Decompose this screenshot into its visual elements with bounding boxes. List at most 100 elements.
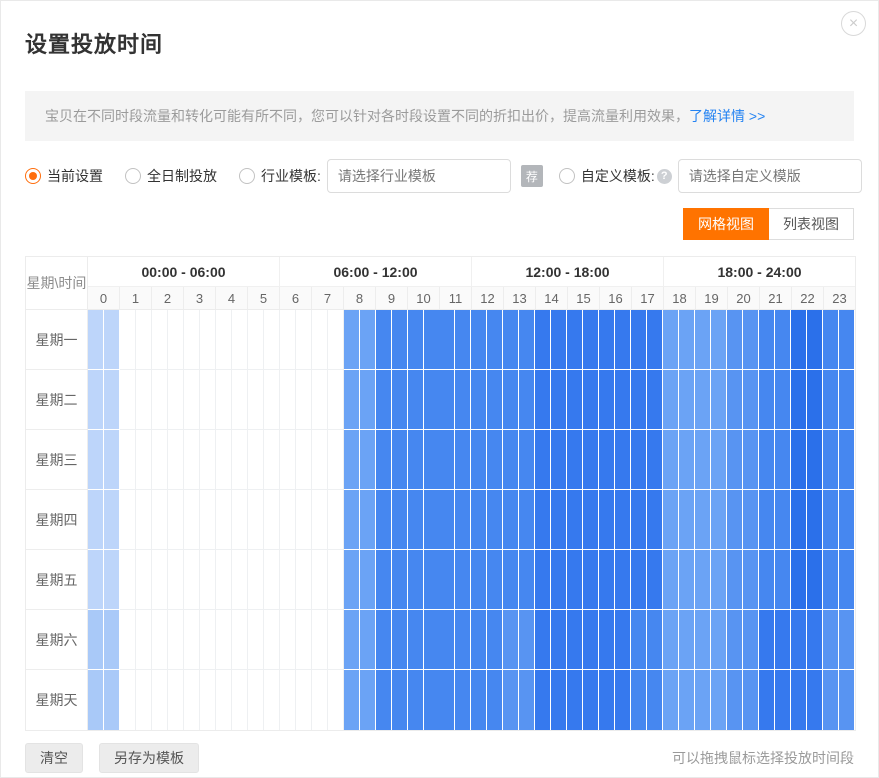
hour-cell[interactable] — [727, 550, 759, 610]
hour-cell[interactable] — [663, 550, 695, 610]
clear-button[interactable]: 清空 — [25, 743, 83, 773]
half-hour-cell[interactable] — [663, 370, 679, 430]
half-hour-cell[interactable] — [823, 370, 839, 430]
half-hour-cell[interactable] — [615, 430, 631, 490]
half-hour-cell[interactable] — [551, 550, 567, 610]
hour-cell[interactable] — [631, 610, 663, 670]
hour-cell[interactable] — [631, 550, 663, 610]
hour-cell[interactable] — [695, 310, 727, 370]
half-hour-cell[interactable] — [503, 670, 519, 730]
half-hour-cell[interactable] — [695, 550, 711, 610]
half-hour-cell[interactable] — [152, 490, 168, 550]
half-hour-cell[interactable] — [791, 550, 807, 610]
half-hour-cell[interactable] — [487, 610, 503, 670]
half-hour-cell[interactable] — [631, 430, 647, 490]
hour-cell[interactable] — [567, 490, 599, 550]
half-hour-cell[interactable] — [695, 430, 711, 490]
hour-cell[interactable] — [344, 550, 376, 610]
half-hour-cell[interactable] — [647, 310, 663, 370]
hour-cell[interactable] — [408, 370, 440, 430]
hour-cell[interactable] — [599, 310, 631, 370]
hour-cell[interactable] — [727, 370, 759, 430]
hour-cell[interactable] — [216, 610, 248, 670]
half-hour-cell[interactable] — [344, 490, 360, 550]
hour-cell[interactable] — [312, 310, 344, 370]
half-hour-cell[interactable] — [471, 670, 487, 730]
half-hour-cell[interactable] — [296, 550, 312, 610]
hour-cell[interactable] — [88, 370, 120, 430]
half-hour-cell[interactable] — [615, 370, 631, 430]
hour-cell[interactable] — [759, 610, 791, 670]
hour-cell[interactable] — [567, 550, 599, 610]
hour-cell[interactable] — [663, 310, 695, 370]
half-hour-cell[interactable] — [471, 310, 487, 370]
half-hour-cell[interactable] — [184, 670, 200, 730]
hour-cell[interactable] — [599, 670, 631, 730]
half-hour-cell[interactable] — [264, 550, 280, 610]
half-hour-cell[interactable] — [839, 370, 855, 430]
half-hour-cell[interactable] — [823, 490, 839, 550]
half-hour-cell[interactable] — [376, 550, 392, 610]
hour-cell[interactable] — [631, 670, 663, 730]
half-hour-cell[interactable] — [599, 670, 615, 730]
half-hour-cell[interactable] — [551, 310, 567, 370]
half-hour-cell[interactable] — [487, 670, 503, 730]
hour-cell[interactable] — [471, 490, 503, 550]
hour-cell[interactable] — [280, 310, 312, 370]
half-hour-cell[interactable] — [376, 670, 392, 730]
hour-cell[interactable] — [695, 670, 727, 730]
hour-cell[interactable] — [120, 430, 152, 490]
half-hour-cell[interactable] — [711, 670, 727, 730]
half-hour-cell[interactable] — [312, 430, 328, 490]
hour-cell[interactable] — [280, 370, 312, 430]
half-hour-cell[interactable] — [599, 610, 615, 670]
half-hour-cell[interactable] — [136, 490, 152, 550]
half-hour-cell[interactable] — [344, 670, 360, 730]
hour-cell[interactable] — [631, 490, 663, 550]
half-hour-cell[interactable] — [679, 370, 695, 430]
half-hour-cell[interactable] — [360, 550, 376, 610]
hour-cell[interactable] — [439, 310, 471, 370]
half-hour-cell[interactable] — [455, 310, 471, 370]
hour-cell[interactable] — [376, 430, 408, 490]
half-hour-cell[interactable] — [248, 370, 264, 430]
half-hour-cell[interactable] — [631, 490, 647, 550]
half-hour-cell[interactable] — [535, 670, 551, 730]
half-hour-cell[interactable] — [519, 670, 535, 730]
half-hour-cell[interactable] — [424, 610, 440, 670]
half-hour-cell[interactable] — [775, 610, 791, 670]
radio-custom-template[interactable] — [559, 168, 575, 184]
hour-cell[interactable] — [503, 610, 535, 670]
half-hour-cell[interactable] — [759, 670, 775, 730]
half-hour-cell[interactable] — [232, 610, 248, 670]
half-hour-cell[interactable] — [344, 550, 360, 610]
half-hour-cell[interactable] — [88, 370, 104, 430]
hour-cell[interactable] — [376, 610, 408, 670]
half-hour-cell[interactable] — [392, 670, 408, 730]
custom-template-input[interactable] — [678, 159, 862, 193]
hour-cell[interactable] — [312, 670, 344, 730]
half-hour-cell[interactable] — [647, 430, 663, 490]
hour-cell[interactable] — [152, 430, 184, 490]
half-hour-cell[interactable] — [599, 430, 615, 490]
half-hour-cell[interactable] — [424, 550, 440, 610]
half-hour-cell[interactable] — [823, 310, 839, 370]
half-hour-cell[interactable] — [775, 670, 791, 730]
hour-cell[interactable] — [503, 550, 535, 610]
half-hour-cell[interactable] — [168, 490, 184, 550]
half-hour-cell[interactable] — [503, 310, 519, 370]
hour-cell[interactable] — [216, 430, 248, 490]
half-hour-cell[interactable] — [759, 490, 775, 550]
half-hour-cell[interactable] — [88, 670, 104, 730]
half-hour-cell[interactable] — [775, 370, 791, 430]
half-hour-cell[interactable] — [727, 550, 743, 610]
hour-cell[interactable] — [823, 610, 855, 670]
half-hour-cell[interactable] — [711, 550, 727, 610]
hour-cell[interactable] — [695, 430, 727, 490]
radio-group-custom[interactable]: 自定义模板: ? — [559, 159, 862, 193]
half-hour-cell[interactable] — [807, 610, 823, 670]
half-hour-cell[interactable] — [727, 430, 743, 490]
half-hour-cell[interactable] — [535, 310, 551, 370]
half-hour-cell[interactable] — [711, 370, 727, 430]
hour-cell[interactable] — [152, 610, 184, 670]
